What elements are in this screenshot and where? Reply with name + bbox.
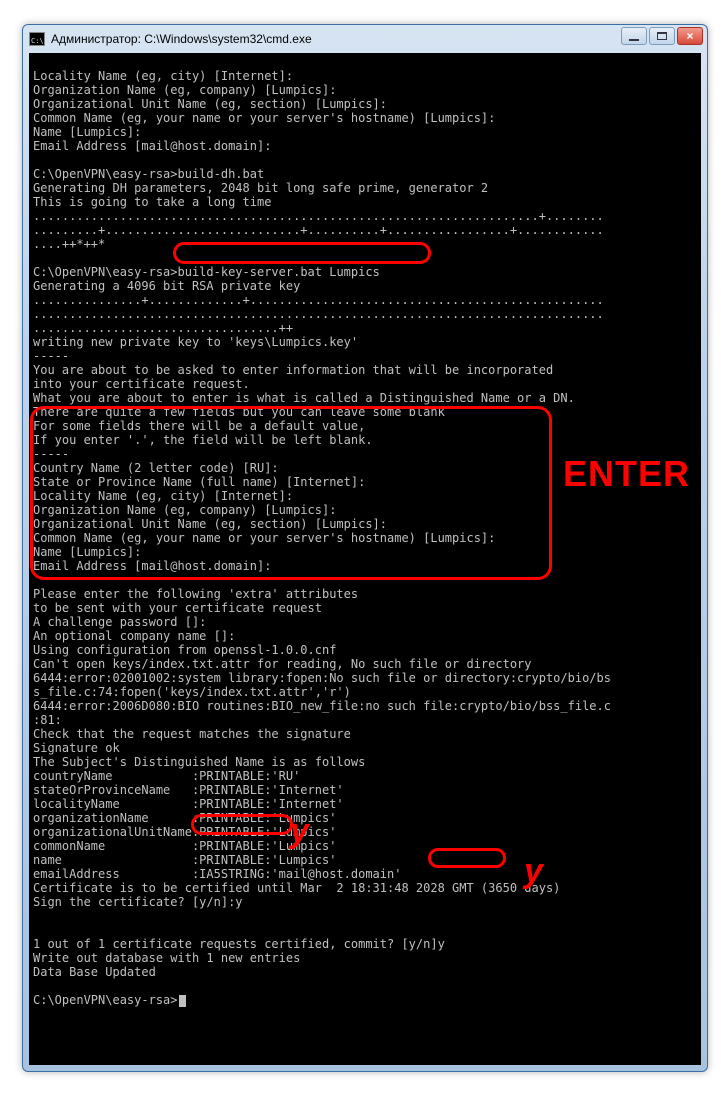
- output-line: Locality Name (eg, city) [Internet]:: [33, 69, 293, 83]
- output-line: Generating a 4096 bit RSA private key: [33, 279, 300, 293]
- output-line: This is going to take a long time: [33, 195, 271, 209]
- cmd-window: Администратор: C:\Windows\system32\cmd.e…: [22, 24, 708, 1072]
- sign-question: Sign the certificate?: [33, 895, 185, 909]
- output-line: Email Address [mail@host.domain]:: [33, 139, 271, 153]
- output-line: -----: [33, 447, 69, 461]
- output-line: writing new private key to 'keys\Lumpics…: [33, 335, 358, 349]
- output-line: ..................................++: [33, 321, 293, 335]
- output-line: Can't open keys/index.txt.attr for readi…: [33, 657, 532, 671]
- output-line: Organization Name (eg, company) [Lumpics…: [33, 503, 336, 517]
- output-line: The Subject's Distinguished Name is as f…: [33, 755, 365, 769]
- commit-question: 1 out of 1 certificate requests certifie…: [33, 937, 394, 951]
- output-line: .........+...........................+..…: [33, 223, 604, 237]
- output-line: into your certificate request.: [33, 377, 250, 391]
- window-title: Администратор: C:\Windows\system32\cmd.e…: [51, 32, 703, 46]
- output-line: Using configuration from openssl-1.0.0.c…: [33, 643, 336, 657]
- output-line: Signature ok: [33, 741, 120, 755]
- output-line: State or Province Name (full name) [Inte…: [33, 475, 365, 489]
- output-line: Data Base Updated: [33, 965, 156, 979]
- output-line: stateOrProvinceName :PRINTABLE:'Internet…: [33, 783, 344, 797]
- output-line: Check that the request matches the signa…: [33, 727, 351, 741]
- output-line: ...............+.............+..........…: [33, 293, 604, 307]
- window-controls: ×: [621, 27, 703, 45]
- output-line: -----: [33, 349, 69, 363]
- output-line: Organization Name (eg, company) [Lumpics…: [33, 83, 336, 97]
- output-line: Organizational Unit Name (eg, section) […: [33, 97, 387, 111]
- output-line: countryName :PRINTABLE:'RU': [33, 769, 300, 783]
- cmd-icon: [29, 32, 45, 46]
- output-line: A challenge password []:: [33, 615, 206, 629]
- terminal-output[interactable]: Locality Name (eg, city) [Internet]: Org…: [29, 53, 701, 1065]
- minimize-button[interactable]: [621, 27, 647, 45]
- output-line: C:\OpenVPN\easy-rsa>build-dh.bat: [33, 167, 264, 181]
- cursor: [179, 995, 186, 1007]
- output-line: s_file.c:74:fopen('keys/index.txt.attr',…: [33, 685, 351, 699]
- output-line: Organizational Unit Name (eg, section) […: [33, 517, 387, 531]
- output-line: Email Address [mail@host.domain]:: [33, 559, 271, 573]
- output-line: 6444:error:2006D080:BIO routines:BIO_new…: [33, 699, 611, 713]
- output-line: Name [Lumpics]:: [33, 545, 141, 559]
- output-line: emailAddress :IA5STRING:'mail@host.domai…: [33, 867, 401, 881]
- output-line: Country Name (2 letter code) [RU]:: [33, 461, 279, 475]
- output-line: commonName :PRINTABLE:'Lumpics': [33, 839, 336, 853]
- output-line: organizationName :PRINTABLE:'Lumpics': [33, 811, 336, 825]
- output-line: Name [Lumpics]:: [33, 125, 141, 139]
- output-line: ....++*++*: [33, 237, 105, 251]
- commit-answer: [y/n]y: [394, 937, 445, 951]
- output-line: to be sent with your certificate request: [33, 601, 322, 615]
- window-titlebar[interactable]: Администратор: C:\Windows\system32\cmd.e…: [23, 25, 707, 53]
- prompt-path: C:\OpenVPN\easy-rsa>: [33, 265, 178, 279]
- output-line: localityName :PRINTABLE:'Internet': [33, 797, 344, 811]
- entered-command: build-key-server.bat Lumpics: [178, 265, 380, 279]
- output-line: What you are about to enter is what is c…: [33, 391, 575, 405]
- sign-answer: [y/n]:y: [185, 895, 243, 909]
- output-line: You are about to be asked to enter infor…: [33, 363, 553, 377]
- output-line: Write out database with 1 new entries: [33, 951, 300, 965]
- output-line: ........................................…: [33, 209, 604, 223]
- output-line: Common Name (eg, your name or your serve…: [33, 531, 495, 545]
- output-line: An optional company name []:: [33, 629, 235, 643]
- output-line: Common Name (eg, your name or your serve…: [33, 111, 495, 125]
- output-line: name :PRINTABLE:'Lumpics': [33, 853, 336, 867]
- output-line: 6444:error:02001002:system library:fopen…: [33, 671, 611, 685]
- output-line: Certificate is to be certified until Mar…: [33, 881, 560, 895]
- output-line: organizationalUnitName:PRINTABLE:'Lumpic…: [33, 825, 336, 839]
- output-line: Generating DH parameters, 2048 bit long …: [33, 181, 488, 195]
- output-line: :81:: [33, 713, 62, 727]
- output-line: ........................................…: [33, 307, 604, 321]
- maximize-button[interactable]: [649, 27, 675, 45]
- output-line: Please enter the following 'extra' attri…: [33, 587, 358, 601]
- output-line: There are quite a few fields but you can…: [33, 405, 445, 419]
- output-line: If you enter '.', the field will be left…: [33, 433, 373, 447]
- output-line: For some fields there will be a default …: [33, 419, 365, 433]
- output-line: Locality Name (eg, city) [Internet]:: [33, 489, 293, 503]
- prompt-current: C:\OpenVPN\easy-rsa>: [33, 993, 178, 1007]
- close-button[interactable]: ×: [677, 27, 703, 45]
